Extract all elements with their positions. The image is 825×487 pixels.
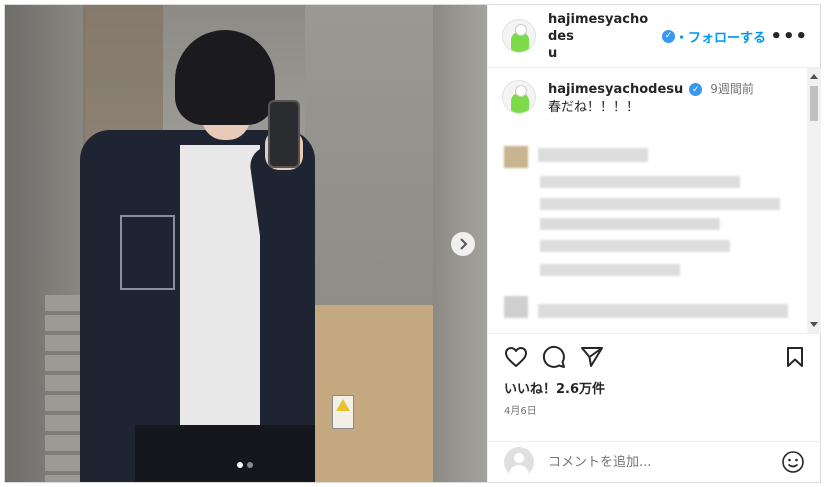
post-actions: いいね！2.6万件 4月6日 [488,333,821,441]
follow-button[interactable]: ・フォローする [675,27,766,46]
post-date[interactable]: 4月6日 [504,402,805,417]
chevron-right-icon [460,238,468,250]
bookmark-icon[interactable] [785,346,805,368]
blurred-comment [540,240,730,252]
blurred-comment [540,218,720,230]
blurred-comment [540,176,740,188]
blurred-avatar [504,146,528,168]
warning-sign [332,395,354,429]
scroll-thumb[interactable] [810,86,818,121]
verified-icon: ✓ [662,29,675,43]
blurred-avatar [504,296,528,318]
caption-time[interactable]: 9週間前 [710,82,754,96]
post-header: hajimesyachodes u ✓ ・フォローする ••• [488,5,820,68]
like-count[interactable]: いいね！2.6万件 [504,378,805,397]
next-slide-button[interactable] [451,232,475,256]
heart-icon[interactable] [504,346,528,368]
comment-icon[interactable] [542,345,566,369]
post-sidebar: hajimesyachodes u ✓ ・フォローする ••• hajimesy… [487,5,821,482]
blurred-comment [540,198,780,210]
scroll-down-icon[interactable] [810,322,818,327]
blurred-comment [538,148,648,162]
smiley-icon[interactable] [781,450,805,474]
caption-username[interactable]: hajimesyachodesu [548,82,683,97]
scroll-up-icon[interactable] [810,74,818,79]
comments-area[interactable]: hajimesyachodesu ✓ 9週間前 春だね！！！！ [488,68,821,333]
blurred-comment [538,304,788,318]
avatar[interactable] [502,19,536,53]
carousel-dot-1 [237,462,243,468]
username-link[interactable]: hajimesyachodes u [548,11,656,62]
verified-icon: ✓ [689,83,703,96]
carousel-dot-2 [247,462,253,468]
add-comment-bar [488,441,821,482]
caption-avatar[interactable] [502,80,536,114]
caption-text: 春だね！！！！ [548,100,640,115]
current-user-avatar [504,447,534,477]
comments-scrollbar[interactable] [807,68,821,333]
post-photo[interactable] [5,5,487,482]
more-icon[interactable]: ••• [770,26,808,47]
post-embed: hajimesyachodes u ✓ ・フォローする ••• hajimesy… [4,4,821,483]
carousel-dots [237,462,253,468]
username-line1: hajimesyachodes [548,11,649,44]
caption: hajimesyachodesu ✓ 9週間前 春だね！！！！ [488,68,821,117]
photo-person [80,30,330,482]
share-icon[interactable] [580,345,604,369]
comment-input[interactable] [548,454,781,470]
blurred-comment [540,264,680,276]
username-line2: u [548,45,558,61]
